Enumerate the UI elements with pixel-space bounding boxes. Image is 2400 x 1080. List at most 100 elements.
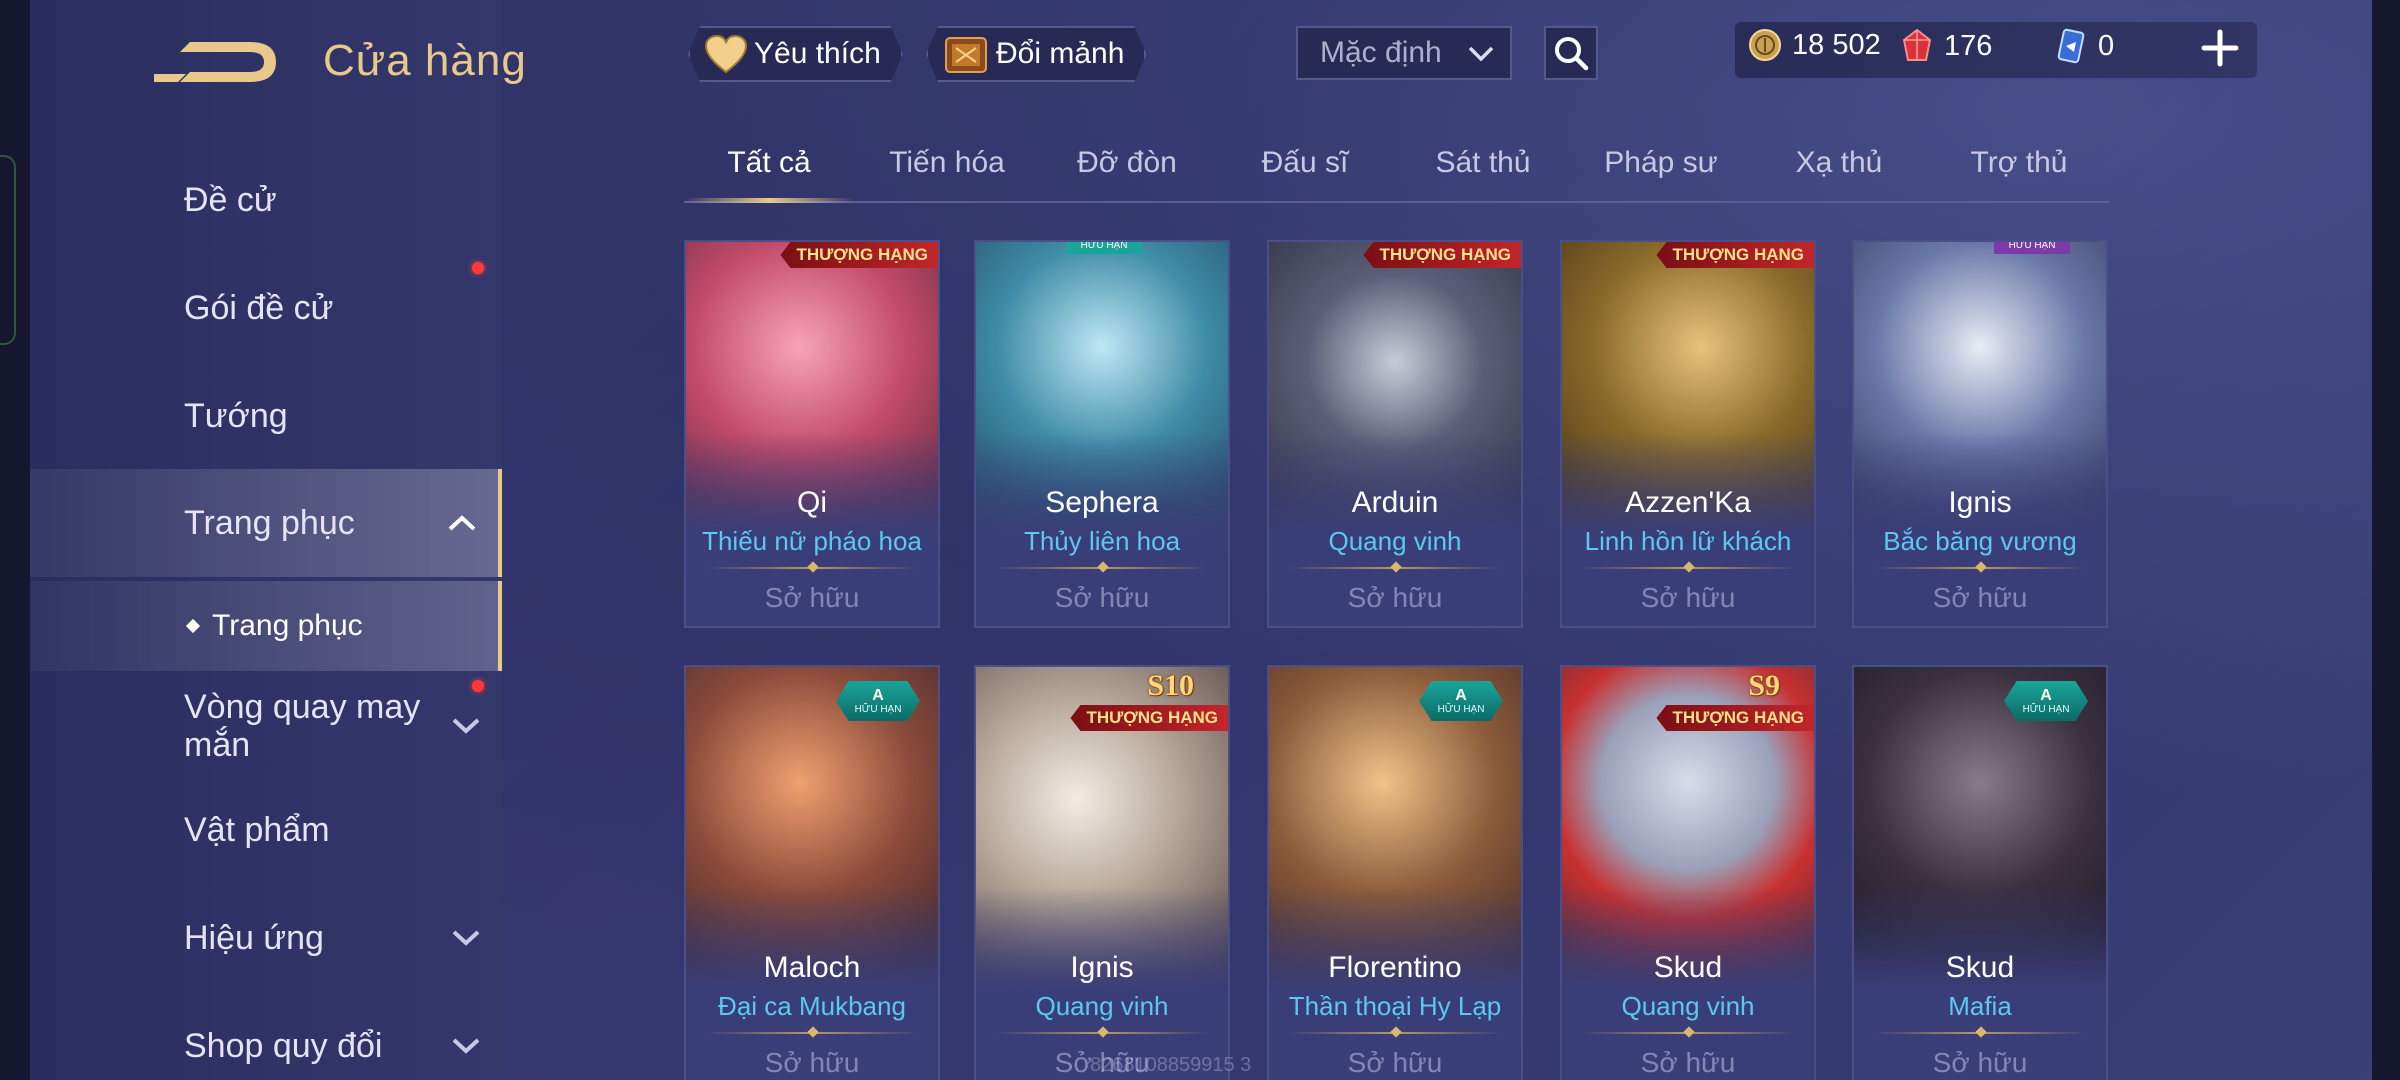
diamond-bullet-icon (185, 618, 201, 634)
skin-name: Bắc băng vương (1883, 526, 2077, 556)
season-badge: S10 (1147, 669, 1194, 702)
gold-balance: 18 502 (1748, 28, 1881, 62)
watermark-text: 8268108859915 3 (1090, 1054, 1252, 1076)
tab-assassin[interactable]: Sát thủ (1398, 146, 1568, 202)
skin-card[interactable]: HỮU HẠN Sephera Thủy liên hoa Sở hữu (974, 240, 1230, 628)
tier-text: HỮU HẠN (854, 703, 902, 715)
notification-dot (472, 262, 484, 274)
heart-icon (704, 34, 748, 74)
ruby-gem-icon (1902, 28, 1932, 61)
favorites-button[interactable]: Yêu thích (688, 26, 903, 82)
owned-status: Sở hữu (764, 1047, 860, 1078)
hero-name: Sephera (1045, 486, 1159, 519)
hero-name: Qi (797, 486, 827, 519)
sidebar-item-label: Tướng (184, 396, 288, 435)
skin-name: Quang vinh (1035, 991, 1169, 1021)
ruby-amount: 176 (1944, 29, 1993, 62)
skin-card[interactable]: THƯỢNG HẠNG Arduin Quang vinh Sở hữu (1267, 240, 1523, 628)
voucher-amount: 0 (2098, 29, 2115, 62)
hero-name: Skud (1945, 951, 2015, 984)
sort-dropdown[interactable]: Mặc định (1296, 26, 1512, 80)
tier-badge: A HỮU HẠN (836, 681, 920, 721)
add-currency-button[interactable] (2200, 28, 2240, 68)
owned-status: Sở hữu (764, 582, 860, 613)
skin-name: Quang vinh (1621, 991, 1755, 1021)
hero-name: Maloch (763, 951, 861, 984)
screen-edge-right (2372, 0, 2400, 1080)
sidebar-item-items[interactable]: Vật phẩm (30, 776, 502, 884)
sidebar-item-label: Vòng quay may mắn (184, 688, 421, 764)
submenu-item-label: Trang phục (212, 609, 363, 642)
skin-card[interactable]: A HỮU HẠN Skud Mafia Sở hữu (1852, 665, 2108, 1080)
skin-card[interactable]: THƯỢNG HẠNG Qi Thiếu nữ pháo hoa Sở hữu (684, 240, 940, 628)
edge-handle[interactable] (0, 155, 16, 345)
skin-name: Thần thoại Hy Lạp (1288, 991, 1502, 1021)
skin-card[interactable]: A HỮU HẠN Florentino Thần thoại Hy Lạp S… (1267, 665, 1523, 1080)
skin-card[interactable]: THƯỢNG HẠNG Azzen'Ka Linh hồn lữ khách S… (1560, 240, 1816, 628)
tier-text: HỮU HẠN (1437, 703, 1485, 715)
favorites-label: Yêu thích (754, 37, 881, 70)
sidebar-item-effects[interactable]: Hiệu ứng (30, 884, 502, 992)
limited-badge: HỮU HẠN (1994, 242, 2070, 254)
tab-evolution[interactable]: Tiến hóa (862, 146, 1032, 202)
skin-card[interactable]: A HỮU HẠN Maloch Đại ca Mukbang Sở hữu (684, 665, 940, 1080)
sidebar-item-heroes[interactable]: Tướng (30, 362, 502, 470)
sort-value: Mặc định (1320, 36, 1442, 69)
skin-card[interactable]: HỮU HẠN Ignis Bắc băng vương Sở hữu (1852, 240, 2108, 628)
sidebar-item-exchange-shop[interactable]: Shop quy đổi (30, 992, 502, 1080)
season-badge: S9 (1748, 669, 1780, 702)
chevron-down-icon (1468, 46, 1494, 62)
owned-status: Sở hữu (1640, 582, 1736, 613)
chevron-down-icon (452, 930, 480, 946)
premium-badge: THƯỢNG HẠNG (780, 242, 938, 268)
sidebar-item-label: Hiệu ứng (184, 918, 324, 957)
skin-name: Thủy liên hoa (1023, 526, 1181, 556)
search-button[interactable] (1544, 26, 1598, 80)
tab-fighter[interactable]: Đấu sĩ (1220, 146, 1390, 202)
tab-divider (684, 201, 2109, 203)
active-tab-indicator (684, 198, 854, 203)
skin-name: Quang vinh (1328, 526, 1462, 556)
exchange-fragments-button[interactable]: Đổi mảnh (926, 26, 1146, 82)
sidebar-item-bundles[interactable]: Gói đề cử (30, 254, 502, 362)
search-icon (1555, 37, 1589, 71)
tier-badge: A HỮU HẠN (2004, 681, 2088, 721)
owned-status: Sở hữu (1054, 582, 1150, 613)
owned-status: Sở hữu (1347, 582, 1443, 613)
owned-status: Sở hữu (1932, 582, 2028, 613)
hero-name: Ignis (1948, 486, 2012, 519)
skin-name: Mafia (1948, 991, 2012, 1021)
tab-tank[interactable]: Đỡ đòn (1042, 146, 1212, 202)
skin-card[interactable]: S10 THƯỢNG HẠNG Ignis Quang vinh Sở hữu (974, 665, 1230, 1080)
back-arrow-icon (154, 42, 276, 82)
sidebar-item-lucky-spin[interactable]: Vòng quay may mắn (30, 672, 502, 780)
page-title: Cửa hàng (323, 36, 527, 85)
tab-all[interactable]: Tất cả (684, 146, 854, 202)
sidebar-item-recommended[interactable]: Đề cử (30, 146, 502, 254)
sidebar-item-label: Đề cử (184, 180, 277, 219)
tier-letter: A (1455, 686, 1467, 704)
owned-status: Sở hữu (1347, 1047, 1443, 1078)
tab-support[interactable]: Trợ thủ (1934, 146, 2104, 202)
hero-name: Azzen'Ka (1625, 486, 1751, 519)
owned-status: Sở hữu (1640, 1047, 1736, 1078)
sidebar-item-skins[interactable]: Trang phục (30, 469, 502, 577)
back-button[interactable] (150, 34, 280, 90)
tab-marksman[interactable]: Xạ thủ (1754, 146, 1924, 202)
premium-badge: THƯỢNG HẠNG (1656, 242, 1814, 268)
fragment-chest-icon (942, 32, 990, 76)
sidebar-item-label: Vật phẩm (184, 810, 330, 849)
notification-dot (472, 680, 484, 692)
chevron-up-icon (448, 515, 476, 531)
tab-mage[interactable]: Pháp sư (1576, 146, 1746, 202)
chevron-down-icon (452, 718, 480, 734)
skin-name: Đại ca Mukbang (718, 991, 906, 1021)
ruby-balance: 176 (1900, 28, 1992, 64)
submenu-item-skins[interactable]: Trang phục (30, 581, 502, 671)
sidebar-item-label: Gói đề cử (184, 288, 334, 327)
limited-badge: HỮU HẠN (1066, 242, 1142, 254)
skin-name: Linh hồn lữ khách (1584, 526, 1792, 556)
gold-amount: 18 502 (1792, 28, 1881, 61)
hero-name: Ignis (1070, 951, 1134, 984)
skin-card[interactable]: S9 THƯỢNG HẠNG Skud Quang vinh Sở hữu (1560, 665, 1816, 1080)
